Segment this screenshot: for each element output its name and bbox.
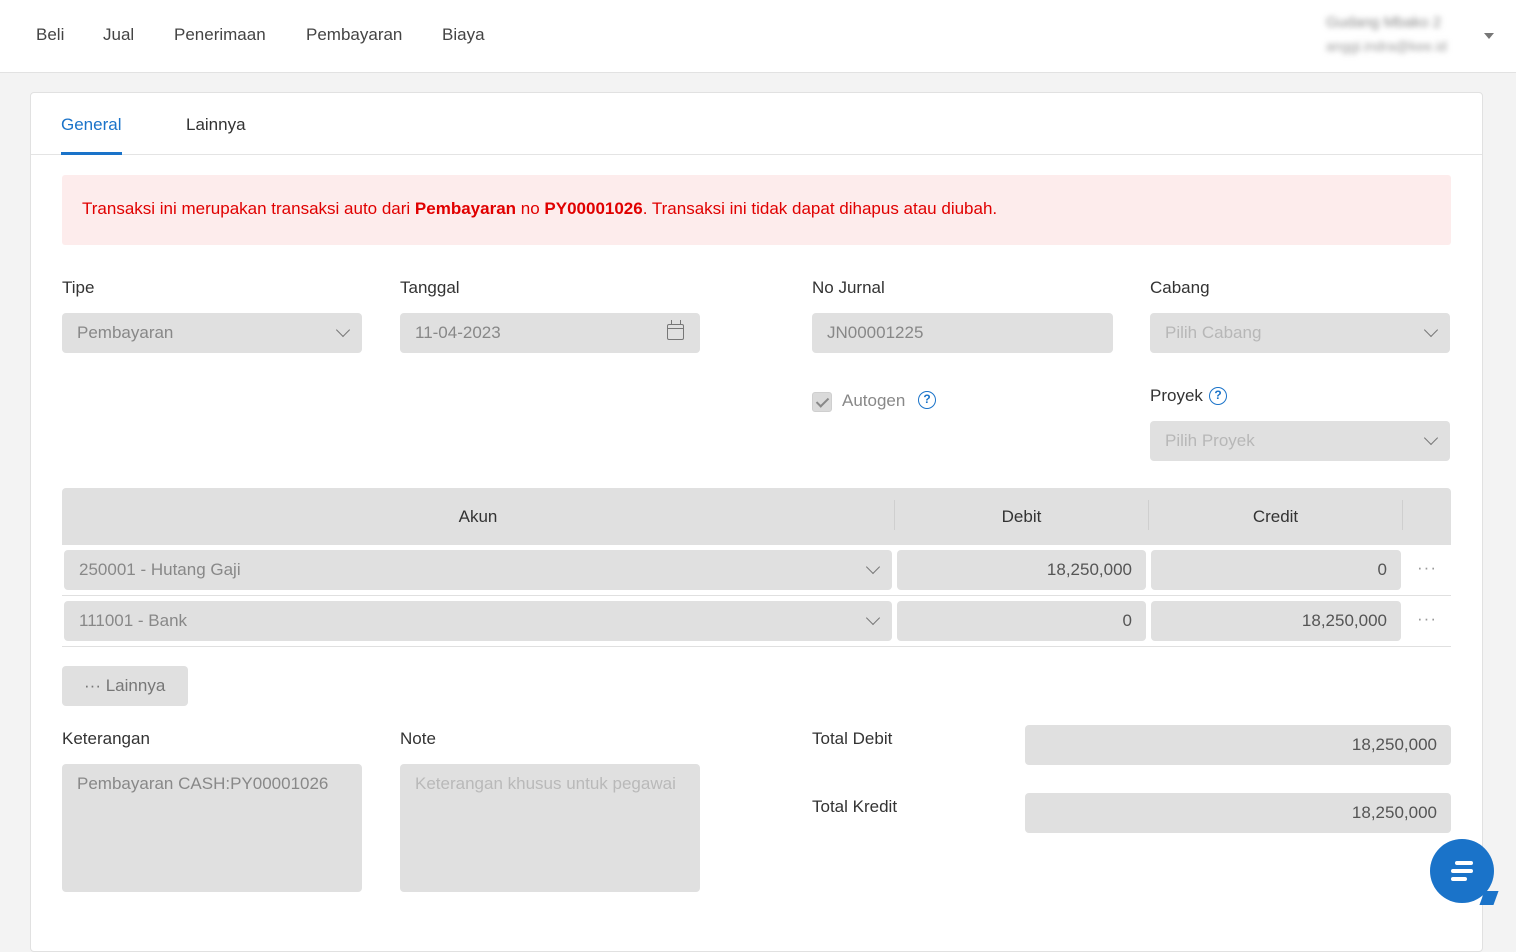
tab-general[interactable]: General bbox=[61, 115, 121, 135]
no-jurnal-value: JN00001225 bbox=[827, 323, 924, 342]
user-caret-icon[interactable] bbox=[1484, 33, 1494, 39]
header-debit: Debit bbox=[1001, 507, 1042, 526]
keterangan-label: Keterangan bbox=[62, 729, 150, 748]
chevron-down-icon bbox=[1423, 430, 1439, 446]
proyek-select[interactable]: Pilih Proyek bbox=[1150, 421, 1450, 461]
chat-icon[interactable] bbox=[1430, 839, 1494, 903]
calendar-icon[interactable] bbox=[667, 320, 684, 340]
total-debit-label: Total Debit bbox=[812, 729, 893, 748]
nav-item-jual[interactable]: Jual bbox=[103, 25, 134, 45]
keterangan-textarea[interactable]: Pembayaran CASH:PY00001026 bbox=[62, 764, 362, 892]
nav-item-penerimaan[interactable]: Penerimaan bbox=[174, 25, 266, 45]
row-1-akun-select[interactable]: 250001 - Hutang Gaji bbox=[64, 550, 892, 590]
tab-bar: General Lainnya bbox=[31, 93, 1482, 155]
alert-prefix: Transaksi ini merupakan transaksi auto d… bbox=[82, 199, 415, 218]
cabang-placeholder: Pilih Cabang bbox=[1165, 323, 1262, 342]
row-1-credit-input[interactable]: 0 bbox=[1151, 550, 1401, 590]
chevron-down-icon bbox=[865, 559, 881, 575]
row-2-akun-value: 111001 - Bank bbox=[79, 611, 188, 630]
no-jurnal-label: No Jurnal bbox=[812, 278, 885, 297]
journal-card: General Lainnya Transaksi ini merupakan … bbox=[30, 92, 1483, 952]
autogen-label: Autogen bbox=[842, 391, 906, 410]
proyek-placeholder: Pilih Proyek bbox=[1165, 431, 1255, 450]
row-divider bbox=[62, 646, 1451, 647]
nav-item-beli[interactable]: Beli bbox=[36, 25, 64, 45]
user-menu[interactable]: Gudang Mbako 2 anggi.indra@kee.id bbox=[1326, 12, 1486, 60]
alert-suffix: . Transaksi ini tidak dapat dihapus atau… bbox=[642, 199, 998, 218]
proyek-label: Proyek bbox=[1150, 386, 1203, 405]
chevron-down-icon bbox=[335, 322, 351, 338]
row-1-debit-input[interactable]: 18,250,000 bbox=[897, 550, 1146, 590]
row-2-more-icon[interactable]: ··· bbox=[1417, 609, 1437, 629]
chevron-down-icon bbox=[1423, 322, 1439, 338]
header-akun: Akun bbox=[458, 507, 498, 526]
top-navbar: Beli Jual Penerimaan Pembayaran Biaya Gu… bbox=[0, 0, 1516, 73]
tab-lainnya[interactable]: Lainnya bbox=[186, 115, 246, 135]
chat-lines bbox=[1451, 861, 1473, 885]
no-jurnal-input[interactable]: JN00001225 bbox=[812, 313, 1113, 353]
cabang-select[interactable]: Pilih Cabang bbox=[1150, 313, 1450, 353]
proyek-help-icon[interactable]: ? bbox=[1209, 387, 1227, 405]
user-name: Gudang Mbako 2 bbox=[1326, 14, 1442, 31]
nav-item-biaya[interactable]: Biaya bbox=[442, 25, 485, 45]
header-credit: Credit bbox=[1252, 507, 1299, 526]
tanggal-input[interactable]: 11-04-2023 bbox=[400, 313, 700, 353]
autogen-help-icon[interactable]: ? bbox=[918, 391, 936, 409]
row-2-debit-input[interactable]: 0 bbox=[897, 601, 1146, 641]
alert-middle: no bbox=[516, 199, 545, 218]
total-debit-value: 18,250,000 bbox=[1025, 725, 1451, 765]
tanggal-value: 11-04-2023 bbox=[415, 323, 501, 342]
row-2-credit-input[interactable]: 18,250,000 bbox=[1151, 601, 1401, 641]
alert-source: Pembayaran bbox=[414, 199, 517, 218]
chevron-down-icon bbox=[865, 610, 881, 626]
note-label: Note bbox=[400, 729, 436, 748]
tipe-value: Pembayaran bbox=[77, 323, 174, 342]
journal-table-header: Akun Debit Credit bbox=[62, 488, 1451, 545]
total-kredit-value: 18,250,000 bbox=[1025, 793, 1451, 833]
user-email: anggi.indra@kee.id bbox=[1326, 38, 1447, 54]
lainnya-button-label: Lainnya bbox=[105, 676, 166, 695]
total-kredit-label: Total Kredit bbox=[812, 797, 898, 816]
active-tab-indicator bbox=[61, 152, 122, 155]
alert-number: PY00001026 bbox=[544, 199, 643, 218]
cabang-label: Cabang bbox=[1150, 278, 1210, 297]
row-1-akun-value: 250001 - Hutang Gaji bbox=[79, 560, 241, 579]
nav-item-pembayaran[interactable]: Pembayaran bbox=[306, 25, 402, 45]
row-2-akun-select[interactable]: 111001 - Bank bbox=[64, 601, 892, 641]
tanggal-label: Tanggal bbox=[400, 278, 460, 297]
tipe-select[interactable]: Pembayaran bbox=[62, 313, 362, 353]
autogen-checkbox[interactable] bbox=[812, 392, 832, 412]
lainnya-button[interactable]: ··· Lainnya bbox=[62, 666, 188, 706]
header-divider bbox=[1402, 500, 1403, 530]
note-textarea[interactable]: Keterangan khusus untuk pegawai bbox=[400, 764, 700, 892]
tipe-label: Tipe bbox=[62, 278, 95, 297]
auto-transaction-alert: Transaksi ini merupakan transaksi auto d… bbox=[62, 175, 1451, 245]
row-1-more-icon[interactable]: ··· bbox=[1417, 558, 1437, 578]
more-icon: ··· bbox=[84, 676, 101, 695]
row-divider bbox=[62, 595, 1451, 596]
